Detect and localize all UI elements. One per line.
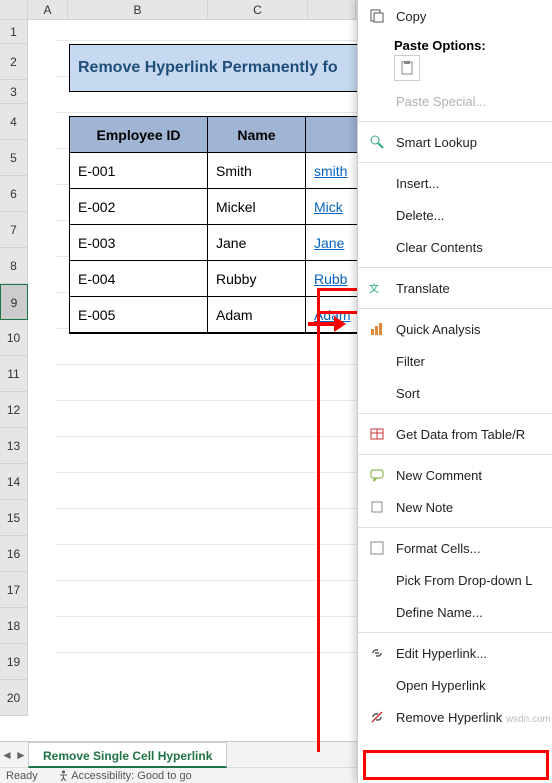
row-header-19[interactable]: 19 [0,644,28,680]
translate-icon: 文 [368,279,386,297]
status-accessibility: Accessibility: Good to go [58,770,192,782]
table-icon [368,425,386,443]
menu-define-name[interactable]: Define Name... [358,596,552,628]
annotation-line [317,314,320,752]
format-cells-icon [368,539,386,557]
cell-id-2[interactable]: E-002 [70,189,208,225]
menu-format-cells[interactable]: Format Cells... [358,532,552,564]
note-icon [368,498,386,516]
menu-paste-special: Paste Special... [358,85,552,117]
context-menu: Copy Paste Options: Paste Special... Sma… [357,0,552,783]
menu-paste-options-label: Paste Options: [358,32,552,55]
row-header-11[interactable]: 11 [0,356,28,392]
header-name[interactable]: Name [208,117,306,153]
col-header-c[interactable]: C [208,0,308,19]
tab-nav-next[interactable]: ► [14,748,28,762]
header-employee-id[interactable]: Employee ID [70,117,208,153]
cell-name-5[interactable]: Adam [208,297,306,333]
row-header-2[interactable]: 2 [0,44,28,80]
remove-link-icon [368,708,386,726]
row-header-1[interactable]: 1 [0,20,28,44]
menu-quick-analysis[interactable]: Quick Analysis [358,313,552,345]
cell-id-5[interactable]: E-005 [70,297,208,333]
menu-new-comment[interactable]: New Comment [358,459,552,491]
menu-clear-contents[interactable]: Clear Contents [358,231,552,263]
menu-smart-lookup[interactable]: Smart Lookup [358,126,552,158]
sheet-tab-active[interactable]: Remove Single Cell Hyperlink [28,742,227,768]
svg-text:文: 文 [369,282,379,295]
row-header-12[interactable]: 12 [0,392,28,428]
col-header-b[interactable]: B [68,0,208,19]
menu-copy-label: Copy [396,9,552,24]
menu-open-hyperlink[interactable]: Open Hyperlink [358,669,552,701]
row-header-3[interactable]: 3 [0,80,28,104]
row-header-14[interactable]: 14 [0,464,28,500]
data-table: Employee ID Name E-001 Smith smith E-002… [69,116,367,334]
menu-remove-hyperlink[interactable]: Remove Hyperlink wsdn.com [358,701,552,733]
menu-separator [358,121,552,122]
menu-filter[interactable]: Filter [358,345,552,377]
link-icon [368,644,386,662]
menu-sort[interactable]: Sort [358,377,552,409]
quick-analysis-icon [368,320,386,338]
cell-name-2[interactable]: Mickel [208,189,306,225]
row-header-7[interactable]: 7 [0,212,28,248]
row-header-15[interactable]: 15 [0,500,28,536]
menu-insert[interactable]: Insert... [358,167,552,199]
menu-pick-from-dropdown[interactable]: Pick From Drop-down L [358,564,552,596]
row-header-17[interactable]: 17 [0,572,28,608]
row-header-10[interactable]: 10 [0,320,28,356]
status-ready: Ready [6,770,38,782]
copy-icon [368,7,386,25]
comment-icon [368,466,386,484]
cell-id-4[interactable]: E-004 [70,261,208,297]
row-header-16[interactable]: 16 [0,536,28,572]
row-header-9[interactable]: 9 [0,284,28,320]
cell-name-3[interactable]: Jane [208,225,306,261]
row-header-4[interactable]: 4 [0,104,28,140]
cell-name-4[interactable]: Rubby [208,261,306,297]
row-header-13[interactable]: 13 [0,428,28,464]
row-header-20[interactable]: 20 [0,680,28,716]
sheet-tab-bar: ◄ ► Remove Single Cell Hyperlink [0,741,360,767]
cell-id-3[interactable]: E-003 [70,225,208,261]
col-header-a[interactable]: A [28,0,68,19]
cell-id-1[interactable]: E-001 [70,153,208,189]
menu-edit-hyperlink[interactable]: Edit Hyperlink... [358,637,552,669]
menu-get-data[interactable]: Get Data from Table/R [358,418,552,450]
row-header-5[interactable]: 5 [0,140,28,176]
cell-name-1[interactable]: Smith [208,153,306,189]
row-header-6[interactable]: 6 [0,176,28,212]
row-header-18[interactable]: 18 [0,608,28,644]
col-header-d[interactable] [308,0,356,19]
row-header-8[interactable]: 8 [0,248,28,284]
menu-paste-button[interactable] [394,55,420,81]
menu-copy[interactable]: Copy [358,0,552,32]
row-headers: 1 2 3 4 5 6 7 8 9 10 11 12 13 14 15 16 1… [0,20,28,716]
status-bar: Ready Accessibility: Good to go [0,767,360,783]
search-icon [368,133,386,151]
tab-nav-prev[interactable]: ◄ [0,748,14,762]
select-all-corner[interactable] [0,0,28,19]
menu-translate[interactable]: 文 Translate [358,272,552,304]
menu-new-note[interactable]: New Note [358,491,552,523]
accessibility-icon [58,770,69,781]
menu-delete[interactable]: Delete... [358,199,552,231]
clipboard-icon [399,60,415,76]
